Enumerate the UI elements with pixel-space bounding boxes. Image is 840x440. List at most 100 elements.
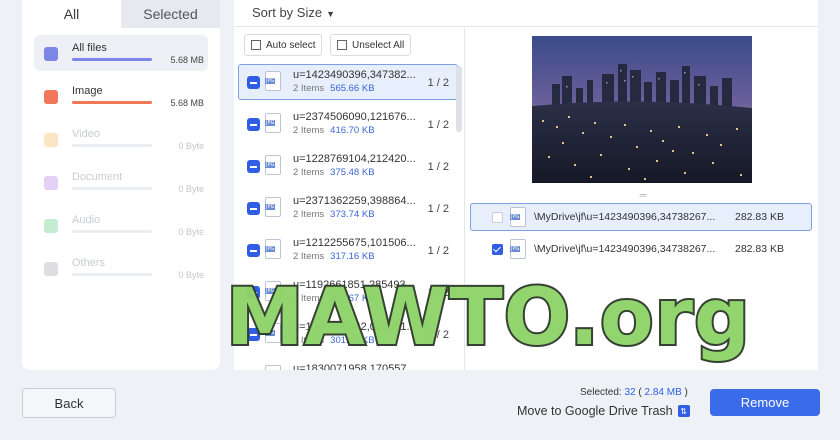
category-size: 5.68 MB (170, 55, 204, 65)
tab-all[interactable]: All (22, 0, 121, 28)
group-selected-ratio: 1 / 2 (427, 161, 449, 173)
duplicate-group-row[interactable]: u=1423490396,347382... 2 Items 565.66 KB 1 … (238, 64, 458, 100)
jpg-file-icon (265, 71, 281, 91)
group-file-name: u=1212255675,101506... (293, 237, 416, 249)
category-all-files[interactable]: All files 5.68 MB (34, 35, 208, 71)
selected-count: 32 (624, 387, 636, 398)
switch-icon: ⇅ (677, 405, 690, 417)
group-size: 373.74 KB (330, 209, 375, 220)
group-partial-checkbox[interactable] (247, 76, 260, 89)
group-meta: 2 Items 373.74 KB (293, 209, 375, 220)
duplicate-file-row[interactable]: \MyDrive\jf\u=1423490396,34738267... 282.… (470, 235, 812, 263)
category-others[interactable]: Others 0 Byte (34, 250, 208, 286)
group-selected-ratio: 1 / 2 (427, 245, 449, 257)
group-size: 317.16 KB (330, 251, 375, 262)
jpg-file-icon (265, 155, 281, 175)
others-icon (44, 262, 58, 276)
unselect-all-button[interactable]: Unselect All (330, 34, 412, 56)
category-name: Image (72, 85, 103, 97)
category-usage-bar (72, 144, 152, 147)
selection-summary: Selected: 32 ( 2.84 MB ) (580, 387, 688, 398)
list-scrollbar[interactable] (456, 66, 462, 132)
group-file-name: u=2374506090,121676... (293, 111, 416, 123)
file-checkbox[interactable] (492, 244, 503, 255)
move-to-trash-option[interactable]: Move to Google Drive Trash ⇅ (517, 404, 690, 418)
group-selected-ratio: 1 / 2 (427, 119, 449, 131)
group-selected-ratio: 1 / 2 (427, 77, 449, 89)
category-document[interactable]: Document 0 Byte (34, 164, 208, 200)
group-meta: 2 Items 565.66 KB (293, 83, 375, 94)
group-item-count: 2 Items (293, 209, 325, 220)
file-path: \MyDrive\jf\u=1423490396,34738267... (534, 211, 716, 223)
jpg-file-icon (265, 197, 281, 217)
group-selected-ratio: 1 / 2 (427, 203, 449, 215)
duplicate-file-row[interactable]: \MyDrive\jf\u=1423490396,34738267... 282.… (470, 203, 812, 231)
category-usage-bar (72, 101, 152, 104)
group-size: 416.70 KB (330, 125, 375, 136)
caret-down-icon: ▼ (326, 9, 336, 19)
jpg-file-icon (265, 239, 281, 259)
selected-label: Selected: (580, 387, 622, 398)
footer-bar: Back Selected: 32 ( 2.84 MB ) Move to Go… (0, 372, 840, 440)
file-checkbox[interactable] (492, 212, 503, 223)
file-size: 282.83 KB (735, 211, 785, 223)
category-size: 0 Byte (178, 184, 204, 194)
category-usage-bar (72, 58, 152, 61)
file-size: 282.83 KB (735, 243, 785, 255)
category-usage-bar (72, 187, 152, 190)
category-audio[interactable]: Audio 0 Byte (34, 207, 208, 243)
category-usage-bar (72, 230, 152, 233)
group-partial-checkbox[interactable] (247, 118, 260, 131)
group-size: 565.66 KB (330, 83, 375, 94)
jpg-file-icon (510, 239, 526, 259)
sort-dropdown[interactable]: Sort by Size ▼ (252, 5, 335, 20)
category-name: Document (72, 171, 123, 183)
group-partial-checkbox[interactable] (247, 160, 260, 173)
jpg-file-icon (265, 365, 281, 370)
auto-select-label: Auto select (266, 39, 316, 51)
tab-selected[interactable]: Selected (121, 0, 220, 28)
category-size: 0 Byte (178, 270, 204, 280)
group-item-count: 2 Items (293, 251, 325, 262)
category-name: Audio (72, 214, 101, 226)
category-video[interactable]: Video 0 Byte (34, 121, 208, 157)
selected-size: 2.84 MB (644, 387, 682, 398)
group-file-name: u=2371362259,398864... (293, 195, 416, 207)
category-size: 0 Byte (178, 141, 204, 151)
sort-bar: Sort by Size ▼ (234, 0, 818, 27)
paren-open: ( (638, 387, 642, 398)
video-icon (44, 133, 58, 147)
duplicate-group-row[interactable]: u=1228769104,212420... 2 Items 375.48 KB 1 … (238, 148, 458, 184)
resize-grip-icon[interactable]: ═ (636, 190, 650, 200)
watermark-logo: MAWTO.org (224, 273, 752, 363)
group-partial-checkbox[interactable] (247, 202, 260, 215)
category-image[interactable]: Image 5.68 MB (34, 78, 208, 114)
document-icon (44, 176, 58, 190)
back-button[interactable]: Back (22, 388, 116, 418)
category-name: Others (72, 257, 106, 269)
file-path: \MyDrive\jf\u=1423490396,34738267... (534, 243, 716, 255)
category-usage-bar (72, 273, 152, 276)
auto-select-button[interactable]: Auto select (244, 34, 323, 56)
unselect-all-label: Unselect All (352, 39, 405, 51)
remove-button[interactable]: Remove (710, 389, 820, 416)
group-size: 375.48 KB (330, 167, 375, 178)
category-size: 0 Byte (178, 227, 204, 237)
group-item-count: 2 Items (293, 125, 325, 136)
paren-close: ) (684, 387, 688, 398)
category-panel: All Selected All files 5.68 MB Image 5.68 M… (22, 0, 220, 370)
move-to-label: Move to Google Drive Trash (517, 404, 673, 418)
jpg-file-icon (265, 113, 281, 133)
category-size: 5.68 MB (170, 98, 204, 108)
group-meta: 2 Items 416.70 KB (293, 125, 375, 136)
duplicate-group-row[interactable]: u=2374506090,121676... 2 Items 416.70 KB 1 … (238, 106, 458, 142)
group-meta: 2 Items 375.48 KB (293, 167, 375, 178)
group-file-name: u=1830071958,170557... (293, 363, 416, 370)
sort-label: Sort by Size (252, 5, 323, 20)
duplicate-group-row[interactable]: u=2371362259,398864... 2 Items 373.74 KB 1 … (238, 190, 458, 226)
group-partial-checkbox[interactable] (247, 244, 260, 257)
unselect-icon (337, 40, 347, 50)
audio-icon (44, 219, 58, 233)
image-preview (532, 36, 752, 183)
duplicate-group-row[interactable]: u=1212255675,101506... 2 Items 317.16 KB 1 … (238, 232, 458, 268)
